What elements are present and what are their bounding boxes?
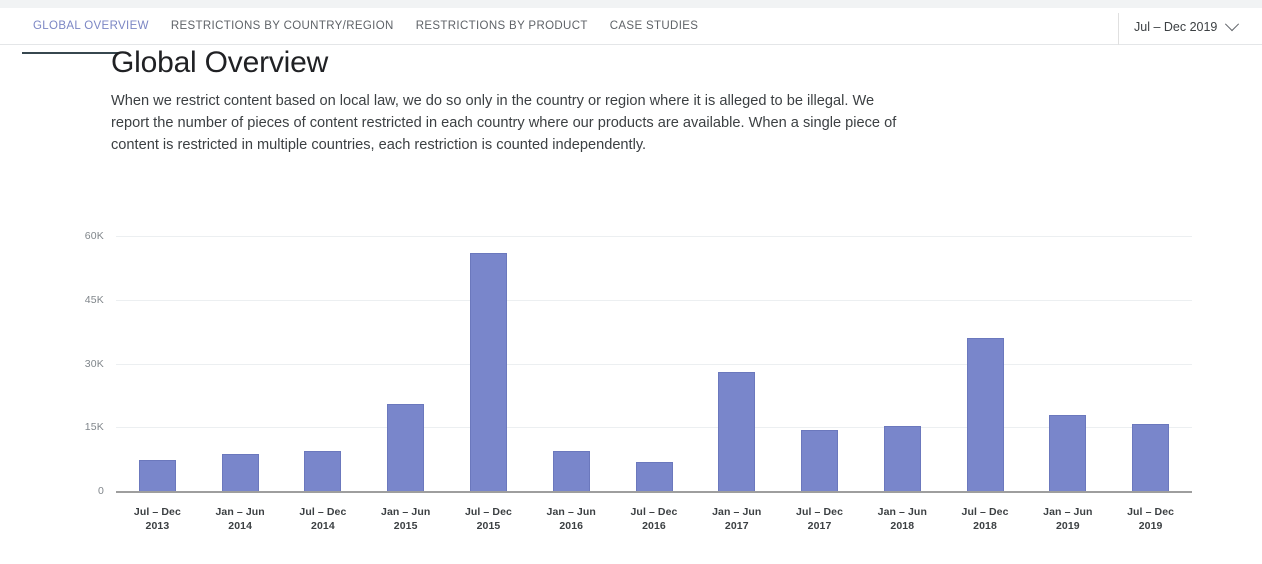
x-axis-label-period: Jul – Dec xyxy=(937,505,1033,519)
x-axis-label-period: Jan – Jun xyxy=(1020,505,1116,519)
toolbar-divider xyxy=(1118,13,1119,45)
gridline xyxy=(116,491,1192,492)
x-axis-label-year: 2013 xyxy=(109,519,205,533)
bar[interactable] xyxy=(1132,424,1169,491)
x-axis-labels: Jul – Dec2013Jan – Jun2014Jul – Dec2014J… xyxy=(116,505,1192,541)
bar[interactable] xyxy=(884,426,921,491)
bar[interactable] xyxy=(222,454,259,491)
x-axis-label-year: 2019 xyxy=(1020,519,1116,533)
bar[interactable] xyxy=(1049,415,1086,491)
x-axis-label: Jul – Dec2015 xyxy=(440,505,536,533)
x-axis-label: Jul – Dec2017 xyxy=(772,505,868,533)
gridline xyxy=(116,300,1192,301)
gridline xyxy=(116,364,1192,365)
gridline xyxy=(116,427,1192,428)
date-range-value: Jul – Dec 2019 xyxy=(1134,20,1217,34)
x-axis-label-year: 2017 xyxy=(772,519,868,533)
x-axis-label: Jul – Dec2018 xyxy=(937,505,1033,533)
bar[interactable] xyxy=(718,372,755,491)
x-axis-label: Jan – Jun2018 xyxy=(854,505,950,533)
bar[interactable] xyxy=(304,451,341,491)
chevron-down-icon xyxy=(1225,17,1239,31)
date-range-select[interactable]: Jul – Dec 2019 xyxy=(1134,8,1237,45)
x-axis-label-period: Jul – Dec xyxy=(772,505,868,519)
x-axis-label: Jul – Dec2019 xyxy=(1103,505,1199,533)
x-axis-label-year: 2014 xyxy=(275,519,371,533)
gridline xyxy=(116,236,1192,237)
active-tab-underline xyxy=(22,52,120,54)
tab-list: GLOBAL OVERVIEWRESTRICTIONS BY COUNTRY/R… xyxy=(22,8,709,45)
x-axis-label-period: Jul – Dec xyxy=(275,505,371,519)
y-axis-tick-label: 45K xyxy=(44,294,104,306)
x-axis-label-year: 2015 xyxy=(440,519,536,533)
x-axis-label-year: 2016 xyxy=(523,519,619,533)
page-title: Global Overview xyxy=(111,44,941,82)
x-axis-label-year: 2016 xyxy=(606,519,702,533)
x-axis-label-period: Jul – Dec xyxy=(109,505,205,519)
x-axis-label-year: 2015 xyxy=(358,519,454,533)
x-axis-label-period: Jan – Jun xyxy=(854,505,950,519)
x-axis-label: Jan – Jun2017 xyxy=(689,505,785,533)
bar[interactable] xyxy=(470,253,507,491)
tab-bar: GLOBAL OVERVIEWRESTRICTIONS BY COUNTRY/R… xyxy=(0,8,1262,45)
y-axis-tick-label: 60K xyxy=(44,230,104,242)
x-axis-line xyxy=(116,491,1192,493)
bar-series xyxy=(116,236,1192,491)
x-axis-label-year: 2018 xyxy=(854,519,950,533)
bar[interactable] xyxy=(387,404,424,491)
tab-global-overview[interactable]: GLOBAL OVERVIEW xyxy=(22,8,160,45)
x-axis-label-year: 2019 xyxy=(1103,519,1199,533)
bar[interactable] xyxy=(553,451,590,491)
bar[interactable] xyxy=(967,338,1004,491)
x-axis-label: Jul – Dec2014 xyxy=(275,505,371,533)
bar[interactable] xyxy=(801,430,838,491)
bar[interactable] xyxy=(636,462,673,491)
article: Global Overview When we restrict content… xyxy=(111,44,941,156)
y-axis-tick-label: 15K xyxy=(44,421,104,433)
bar[interactable] xyxy=(139,460,176,491)
x-axis-label: Jan – Jun2014 xyxy=(192,505,288,533)
x-axis-label-period: Jan – Jun xyxy=(358,505,454,519)
x-axis-label: Jan – Jun2016 xyxy=(523,505,619,533)
y-axis-tick-label: 0 xyxy=(44,485,104,497)
y-axis-tick-label: 30K xyxy=(44,358,104,370)
x-axis-label-year: 2018 xyxy=(937,519,1033,533)
x-axis-label-period: Jan – Jun xyxy=(689,505,785,519)
x-axis-label: Jan – Jun2019 xyxy=(1020,505,1116,533)
x-axis-label-period: Jul – Dec xyxy=(440,505,536,519)
x-axis-label-period: Jan – Jun xyxy=(523,505,619,519)
x-axis-label-year: 2017 xyxy=(689,519,785,533)
tab-restrictions-by-product[interactable]: RESTRICTIONS BY PRODUCT xyxy=(405,8,599,45)
tab-case-studies[interactable]: CASE STUDIES xyxy=(599,8,710,45)
x-axis-label-period: Jul – Dec xyxy=(606,505,702,519)
plot-area xyxy=(116,236,1192,491)
intro-paragraph: When we restrict content based on local … xyxy=(111,90,911,156)
x-axis-label-period: Jul – Dec xyxy=(1103,505,1199,519)
x-axis-label: Jul – Dec2016 xyxy=(606,505,702,533)
x-axis-label: Jul – Dec2013 xyxy=(109,505,205,533)
x-axis-label-period: Jan – Jun xyxy=(192,505,288,519)
x-axis-label-year: 2014 xyxy=(192,519,288,533)
x-axis-label: Jan – Jun2015 xyxy=(358,505,454,533)
tab-restrictions-by-country-region[interactable]: RESTRICTIONS BY COUNTRY/REGION xyxy=(160,8,405,45)
